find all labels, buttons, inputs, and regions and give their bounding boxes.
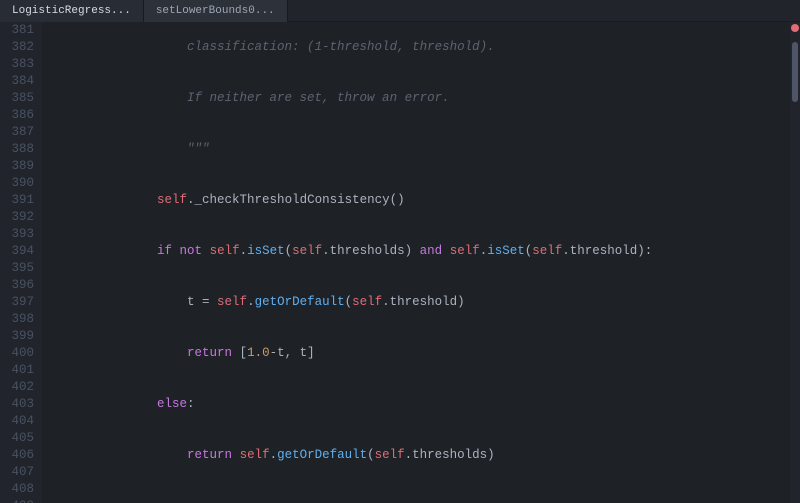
code-line: classification: (1-threshold, threshold)…	[52, 22, 790, 73]
code-line	[52, 481, 790, 498]
code-line: else:	[52, 379, 790, 430]
code-line: return self.getOrDefault(self.thresholds…	[52, 430, 790, 481]
scrollbar-error-dot	[791, 24, 799, 32]
code-content: classification: (1-threshold, threshold)…	[42, 22, 790, 503]
code-line: return [1.0-t, t]	[52, 328, 790, 379]
tab-setlower[interactable]: setLowerBounds0...	[144, 0, 288, 22]
line-numbers: 381 382 383 384 385 386 387 388 389 390 …	[0, 22, 42, 503]
code-line: """	[52, 124, 790, 175]
tab-bar: LogisticRegress... setLowerBounds0...	[0, 0, 800, 22]
code-line: If neither are set, throw an error.	[52, 73, 790, 124]
scrollbar[interactable]	[790, 22, 800, 503]
code-line: if not self.isSet(self.thresholds) and s…	[52, 226, 790, 277]
scrollbar-thumb[interactable]	[792, 42, 798, 102]
tab-logistic[interactable]: LogisticRegress...	[0, 0, 144, 22]
code-line: def _checkThresholdConsistency(self):	[52, 498, 790, 503]
code-line: t = self.getOrDefault(self.threshold)	[52, 277, 790, 328]
code-line: self._checkThresholdConsistency()	[52, 175, 790, 226]
editor: 381 382 383 384 385 386 387 388 389 390 …	[0, 22, 800, 503]
